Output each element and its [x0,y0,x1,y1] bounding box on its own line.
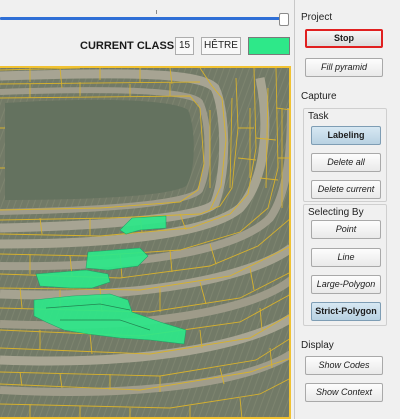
labeling-button[interactable]: Labeling [311,126,381,145]
show-context-button[interactable]: Show Context [305,383,383,402]
project-title: Project [301,12,333,23]
slider-tick [156,10,157,14]
slider-handle[interactable] [279,13,289,26]
segmented-aerial-image [0,68,289,417]
slider-track[interactable] [0,17,286,20]
display-title: Display [301,340,334,351]
image-canvas[interactable] [0,66,291,419]
fill-pyramid-button[interactable]: Fill pyramid [305,58,383,77]
stop-button[interactable]: Stop [305,29,383,48]
select-line-button[interactable]: Line [311,248,381,267]
select-large-polygon-button[interactable]: Large-Polygon [311,275,381,294]
class-color-swatch[interactable] [248,37,290,55]
class-name-field[interactable]: HÊTRE [201,37,241,55]
show-codes-button[interactable]: Show Codes [305,356,383,375]
labeling-app: CURRENT CLASS: 15 HÊTRE Project Stop Fil… [0,0,400,419]
class-number-field[interactable]: 15 [175,37,194,55]
capture-title: Capture [301,91,337,102]
select-strict-polygon-button[interactable]: Strict-Polygon [311,302,381,321]
zoom-slider[interactable] [0,10,292,26]
selecting-by-title: Selecting By [308,207,364,218]
control-panel: Project Stop Fill pyramid Capture Task L… [294,0,400,419]
task-title: Task [308,111,329,122]
current-class-label: CURRENT CLASS: [80,40,178,52]
select-point-button[interactable]: Point [311,220,381,239]
delete-current-button[interactable]: Delete current [311,180,381,199]
delete-all-button[interactable]: Delete all [311,153,381,172]
current-class-bar: CURRENT CLASS: 15 HÊTRE [0,37,292,57]
